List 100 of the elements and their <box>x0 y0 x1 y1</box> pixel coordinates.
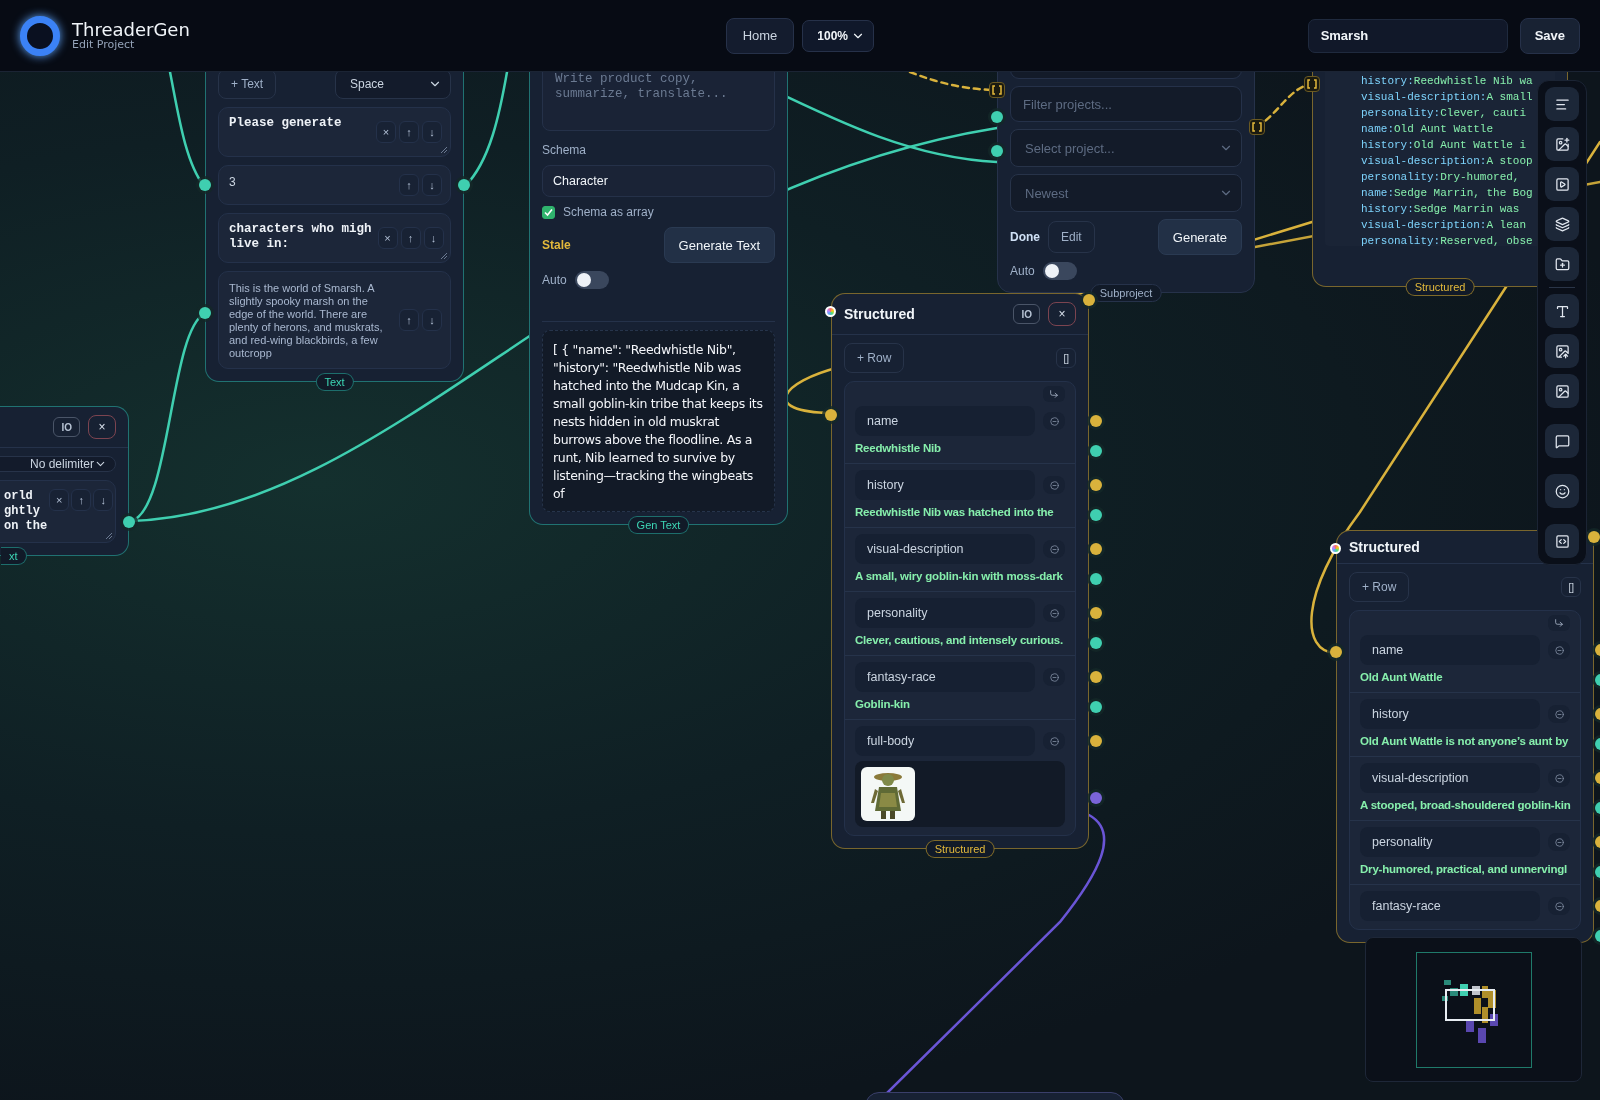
delimiter-select[interactable]: No delimiter <box>0 456 116 472</box>
move-up-button[interactable]: ↑ <box>399 309 419 331</box>
generate-button[interactable]: Generate <box>1157 219 1242 255</box>
image-upload-icon[interactable] <box>1545 334 1579 368</box>
text-segment[interactable]: 3 ↑ ↓ <box>218 165 451 205</box>
value-port[interactable] <box>1090 445 1102 457</box>
key-field[interactable]: history <box>1360 699 1540 729</box>
text-icon[interactable] <box>1545 87 1579 121</box>
edit-button[interactable]: Edit <box>1048 221 1095 253</box>
output-port[interactable] <box>123 516 135 528</box>
input-port[interactable] <box>991 111 1003 123</box>
auto-toggle[interactable] <box>1042 262 1077 280</box>
key-field[interactable]: fantasy-race <box>855 662 1035 692</box>
smile-icon[interactable] <box>1545 474 1579 508</box>
input-port[interactable] <box>825 409 837 421</box>
auto-toggle[interactable] <box>574 271 609 289</box>
remove-button[interactable]: × <box>49 489 70 511</box>
key-field[interactable]: visual-description <box>855 534 1035 564</box>
return-icon[interactable] <box>1548 615 1570 631</box>
key-field[interactable]: visual-description <box>1360 763 1540 793</box>
field-port[interactable] <box>1090 479 1102 491</box>
field-port[interactable] <box>1090 735 1102 747</box>
remove-icon[interactable] <box>1043 668 1065 686</box>
field-port[interactable] <box>1090 671 1102 683</box>
key-field[interactable]: full-body <box>855 726 1035 756</box>
type-icon[interactable] <box>1545 294 1579 328</box>
move-down-button[interactable]: ↓ <box>422 174 442 196</box>
list-port-icon[interactable] <box>989 82 1005 98</box>
value-port[interactable] <box>1090 509 1102 521</box>
resize-grip-icon[interactable] <box>440 252 447 259</box>
text-segment[interactable]: This is the world of Smarsh. A slightly spooky marsh on the edge of the world. There are plenty of herons, and muskrats, and red-wing blackbirds, a few outcropp ↑ ↓ <box>218 271 451 369</box>
field-port[interactable] <box>1090 607 1102 619</box>
generate-text-button[interactable]: Generate Text <box>663 227 775 263</box>
output-port[interactable] <box>1083 294 1095 306</box>
remove-button[interactable]: × <box>376 121 396 143</box>
key-field[interactable]: name <box>1360 635 1540 665</box>
video-icon[interactable] <box>1545 167 1579 201</box>
text-segment[interactable]: Please generate × ↑ ↓ <box>218 107 451 157</box>
key-field[interactable]: personality <box>855 598 1035 628</box>
move-down-button[interactable]: ↓ <box>93 489 114 511</box>
value-port[interactable] <box>1090 573 1102 585</box>
remove-icon[interactable] <box>1043 732 1065 750</box>
remove-icon[interactable] <box>1548 897 1570 915</box>
close-button[interactable]: × <box>1048 302 1076 326</box>
zoom-select[interactable]: 100% <box>802 19 875 52</box>
close-button[interactable]: × <box>88 415 116 439</box>
remove-icon[interactable] <box>1548 705 1570 723</box>
remove-icon[interactable] <box>1548 769 1570 787</box>
field-port[interactable] <box>1090 543 1102 555</box>
resize-grip-icon[interactable] <box>440 146 447 153</box>
io-button[interactable]: IO <box>1013 304 1040 324</box>
key-field[interactable]: name <box>855 406 1035 436</box>
input-port[interactable] <box>199 307 211 319</box>
remove-icon[interactable] <box>1043 476 1065 494</box>
text-segment[interactable]: orld ghtly on the × ↑ ↓ <box>0 480 116 543</box>
filter-field[interactable]: Filter projects... <box>1010 86 1242 122</box>
input-port[interactable] <box>199 179 211 191</box>
remove-icon[interactable] <box>1548 641 1570 659</box>
array-toggle-button[interactable]: [] <box>1561 577 1581 597</box>
checkbox[interactable] <box>542 205 555 219</box>
add-row-button[interactable]: + Row <box>1349 572 1410 602</box>
remove-button[interactable]: × <box>377 227 398 249</box>
code-icon[interactable] <box>1545 524 1579 558</box>
image-icon[interactable] <box>1545 374 1579 408</box>
return-icon[interactable] <box>1043 386 1065 402</box>
move-up-button[interactable]: ↑ <box>399 121 419 143</box>
image-add-icon[interactable] <box>1545 127 1579 161</box>
save-button[interactable]: Save <box>1519 17 1580 54</box>
key-field[interactable]: personality <box>1360 827 1540 857</box>
output-port[interactable] <box>1588 531 1600 543</box>
add-row-button[interactable]: + Row <box>844 343 905 373</box>
text-segment[interactable]: characters who migh live in: × ↑ ↓ <box>218 213 451 263</box>
delimiter-select[interactable]: Space <box>335 72 451 99</box>
input-port[interactable] <box>991 145 1003 157</box>
list-port-icon[interactable] <box>1304 76 1320 92</box>
output-port[interactable] <box>458 179 470 191</box>
folder-add-icon[interactable] <box>1545 247 1579 281</box>
array-toggle-button[interactable]: [] <box>1056 348 1076 368</box>
remove-icon[interactable] <box>1043 604 1065 622</box>
add-text-button[interactable]: + Text <box>218 72 277 99</box>
move-down-button[interactable]: ↓ <box>422 309 442 331</box>
image-port[interactable] <box>1090 792 1102 804</box>
key-field[interactable]: history <box>855 470 1035 500</box>
schema-field[interactable]: Character <box>542 165 775 197</box>
list-port-icon[interactable] <box>1249 119 1265 135</box>
move-up-button[interactable]: ↑ <box>400 227 421 249</box>
field-port[interactable] <box>1090 415 1102 427</box>
message-icon[interactable] <box>1545 424 1579 458</box>
move-down-button[interactable]: ↓ <box>423 227 444 249</box>
value-port[interactable] <box>1090 701 1102 713</box>
remove-icon[interactable] <box>1043 412 1065 430</box>
move-up-button[interactable]: ↑ <box>71 489 92 511</box>
value-port[interactable] <box>1090 637 1102 649</box>
io-button[interactable]: IO <box>53 417 80 437</box>
input-port[interactable] <box>1330 646 1342 658</box>
home-button[interactable]: Home <box>725 17 795 54</box>
move-up-button[interactable]: ↑ <box>399 174 419 196</box>
prompt-field[interactable]: Write product copy, summarize, translate... <box>542 72 775 131</box>
layers-icon[interactable] <box>1545 207 1579 241</box>
remove-icon[interactable] <box>1548 833 1570 851</box>
